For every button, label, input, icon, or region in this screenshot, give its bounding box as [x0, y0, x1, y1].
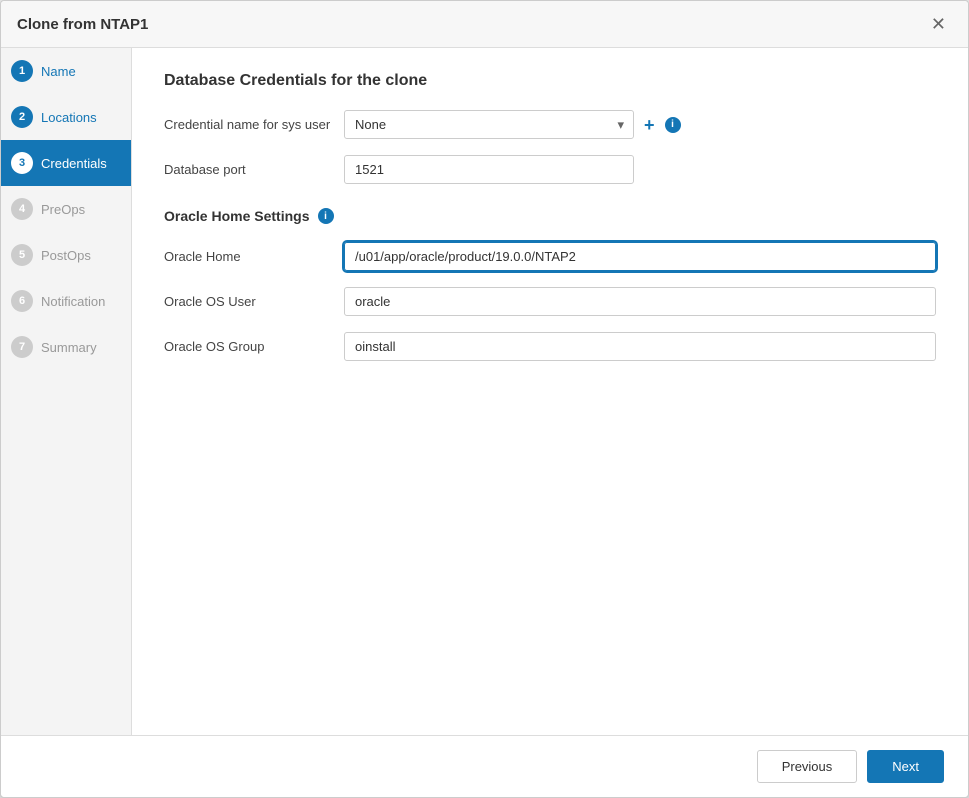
db-credentials-title: Database Credentials for the clone [164, 72, 936, 90]
sidebar: 1 Name 2 Locations 3 Credentials 4 PreOp… [1, 48, 132, 735]
credential-info-icon[interactable]: i [665, 117, 681, 133]
main-content: Database Credentials for the clone Crede… [132, 48, 968, 735]
sidebar-label-credentials: Credentials [41, 156, 107, 171]
step-num-7: 7 [11, 336, 33, 358]
sidebar-label-name: Name [41, 64, 76, 79]
step-num-6: 6 [11, 290, 33, 312]
step-num-3: 3 [11, 152, 33, 174]
step-num-2: 2 [11, 106, 33, 128]
oracle-home-group: Oracle Home [164, 242, 936, 271]
credential-name-group: Credential name for sys user None + i [164, 110, 936, 139]
oracle-home-control [344, 242, 936, 271]
sidebar-item-credentials[interactable]: 3 Credentials [1, 140, 131, 186]
oracle-os-group-input[interactable] [344, 332, 936, 361]
previous-button[interactable]: Previous [757, 750, 858, 783]
oracle-home-settings-header: Oracle Home Settings i [164, 208, 936, 224]
sidebar-label-locations: Locations [41, 110, 97, 125]
dialog-footer: Previous Next [1, 735, 968, 797]
database-port-group: Database port [164, 155, 936, 184]
oracle-home-input[interactable] [344, 242, 936, 271]
credential-name-select[interactable]: None [344, 110, 634, 139]
close-button[interactable]: ✕ [925, 13, 952, 35]
oracle-os-user-control [344, 287, 936, 316]
database-port-input[interactable] [344, 155, 634, 184]
sidebar-label-postops: PostOps [41, 248, 91, 263]
clone-dialog: Clone from NTAP1 ✕ 1 Name 2 Locations 3 … [0, 0, 969, 798]
sidebar-item-name[interactable]: 1 Name [1, 48, 131, 94]
database-port-label: Database port [164, 162, 344, 177]
step-num-4: 4 [11, 198, 33, 220]
credential-name-control: None + i [344, 110, 936, 139]
sidebar-label-notification: Notification [41, 294, 105, 309]
sidebar-item-summary[interactable]: 7 Summary [1, 324, 131, 370]
oracle-os-user-input[interactable] [344, 287, 936, 316]
credential-name-label: Credential name for sys user [164, 117, 344, 132]
oracle-os-user-label: Oracle OS User [164, 294, 344, 309]
oracle-os-group-group: Oracle OS Group [164, 332, 936, 361]
oracle-os-user-group: Oracle OS User [164, 287, 936, 316]
oracle-os-group-label: Oracle OS Group [164, 339, 344, 354]
database-port-control [344, 155, 936, 184]
oracle-home-label: Oracle Home [164, 249, 344, 264]
sidebar-item-locations[interactable]: 2 Locations [1, 94, 131, 140]
dialog-body: 1 Name 2 Locations 3 Credentials 4 PreOp… [1, 48, 968, 735]
step-num-1: 1 [11, 60, 33, 82]
sidebar-label-summary: Summary [41, 340, 97, 355]
oracle-os-group-control [344, 332, 936, 361]
dialog-header: Clone from NTAP1 ✕ [1, 1, 968, 48]
sidebar-item-notification[interactable]: 6 Notification [1, 278, 131, 324]
oracle-home-settings-title: Oracle Home Settings [164, 208, 310, 224]
oracle-home-settings-info-icon[interactable]: i [318, 208, 334, 224]
step-num-5: 5 [11, 244, 33, 266]
credential-select-wrapper: None [344, 110, 634, 139]
add-credential-button[interactable]: + [642, 116, 657, 134]
sidebar-item-preops[interactable]: 4 PreOps [1, 186, 131, 232]
sidebar-item-postops[interactable]: 5 PostOps [1, 232, 131, 278]
next-button[interactable]: Next [867, 750, 944, 783]
dialog-title: Clone from NTAP1 [17, 16, 148, 33]
sidebar-label-preops: PreOps [41, 202, 85, 217]
